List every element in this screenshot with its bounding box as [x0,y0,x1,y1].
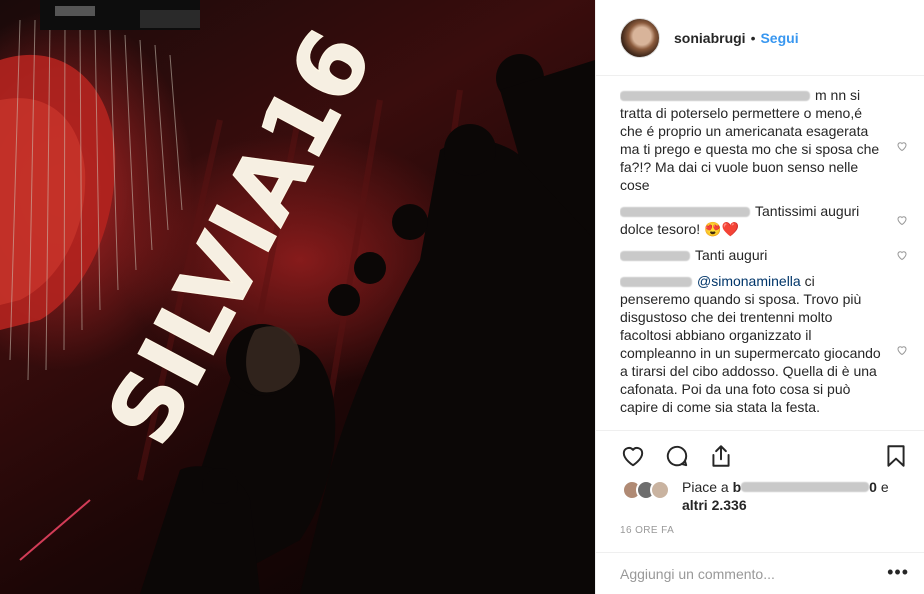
comment-item: Tanti auguri [620,246,910,264]
add-comment-bar: ••• [596,552,924,594]
photo-scene: SILVIA16 [0,0,595,594]
author-avatar[interactable] [620,17,660,58]
comment-text: ci penseremo quando si sposa. Trovo più … [620,273,881,415]
comment-item: @simonaminella ci penseremo quando si sp… [620,272,910,416]
comment-input[interactable] [620,565,850,582]
comment-item: m nn si tratta di poterselo permettere o… [620,86,910,194]
liker-name-start[interactable]: b [733,479,742,495]
comment-username-blurred[interactable] [620,277,692,288]
likes-summary: Piace a b 0 e altri 2.336 [620,476,910,516]
author-username[interactable]: soniabrugi [674,30,746,46]
post-header: soniabrugi • Segui [596,0,924,76]
comment-item: Tantissimi auguri dolce tesoro! 😍❤️ [620,202,910,238]
liker-name-end[interactable]: 0 [869,479,877,495]
likes-text: Piace a b 0 e altri 2.336 [682,478,912,514]
bookmark-icon[interactable] [883,443,909,469]
post-side-panel: soniabrugi • Segui m nn si tratta di pot… [595,0,924,594]
comment-text: Tanti auguri [695,247,768,263]
liker-avatar [650,480,670,500]
post-photo[interactable]: SILVIA16 [0,0,595,594]
comment-username-blurred[interactable] [620,251,690,262]
post-actions-bar [596,430,924,478]
comment-mention-link[interactable]: @simonaminella [697,273,801,289]
follow-button[interactable]: Segui [760,30,798,46]
comment-text: m nn si tratta di poterselo permettere o… [620,87,880,193]
likes-and: e [880,479,889,495]
heart-outline-icon[interactable] [620,443,646,469]
likes-others-count[interactable]: altri 2.336 [682,497,747,513]
likes-prefix: Piace a [682,479,729,495]
header-separator: • [750,29,756,46]
share-upload-icon[interactable] [708,443,734,469]
comment-username-blurred[interactable] [620,207,750,218]
comments-list: m nn si tratta di poterselo permettere o… [620,78,910,430]
comment-like-heart-icon[interactable] [896,140,908,152]
more-options-button[interactable]: ••• [887,563,909,581]
comment-like-heart-icon[interactable] [896,249,908,261]
comment-like-heart-icon[interactable] [896,344,908,356]
liker-username-blurred[interactable] [741,482,870,493]
comment-bubble-icon[interactable] [664,443,690,469]
comment-username-blurred[interactable] [620,91,810,102]
liker-avatars[interactable] [622,480,676,500]
comment-like-heart-icon[interactable] [896,214,908,226]
post-timestamp[interactable]: 16 ORE FA [620,525,674,536]
